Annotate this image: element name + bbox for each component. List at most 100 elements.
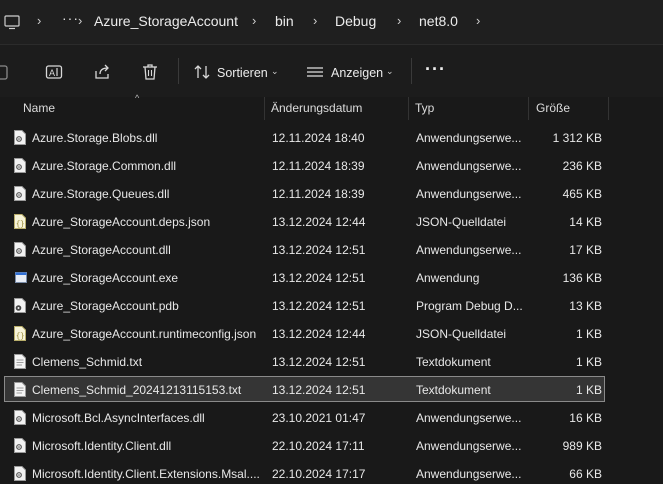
- dll-file-icon: [14, 410, 26, 425]
- sort-icon[interactable]: [193, 63, 211, 81]
- file-size: 66 KB: [569, 467, 602, 481]
- view-icon[interactable]: [306, 63, 324, 81]
- column-date[interactable]: Änderungsdatum: [271, 101, 362, 115]
- file-size: 1 312 KB: [552, 131, 602, 145]
- file-row[interactable]: Azure.Storage.Common.dll 12.11.2024 18:39…: [4, 152, 605, 178]
- file-size: 13 KB: [569, 299, 602, 313]
- more-options-button[interactable]: ···: [425, 59, 446, 80]
- chevron-right-icon[interactable]: ›: [313, 13, 317, 28]
- file-row[interactable]: Azure_StorageAccount.pdb 13.12.2024 12:51…: [4, 292, 605, 318]
- breadcrumb-item-azure-storageaccount[interactable]: Azure_StorageAccount: [94, 13, 238, 29]
- sort-ascending-icon: ^: [135, 93, 140, 103]
- file-type: Program Debug D...: [416, 299, 523, 313]
- dll-file-icon: [14, 242, 26, 257]
- file-size: 136 KB: [562, 271, 602, 285]
- file-type: Textdokument: [416, 383, 491, 397]
- file-row[interactable]: Microsoft.Identity.Client.Extensions.Msa…: [4, 460, 605, 484]
- command-bar: A Sortieren ⌄ Anzeigen ⌄ ···: [0, 45, 663, 97]
- json-file-icon: {}: [14, 326, 26, 341]
- file-type: Anwendungserwe...: [416, 243, 522, 257]
- file-name: Clemens_Schmid.txt: [32, 355, 143, 369]
- file-row[interactable]: Microsoft.Bcl.AsyncInterfaces.dll 23.10.2…: [4, 404, 605, 430]
- file-row[interactable]: {} Azure_StorageAccount.deps.json 13.12.20…: [4, 208, 605, 234]
- file-name: Azure.Storage.Blobs.dll: [32, 131, 158, 145]
- svg-text:A: A: [49, 68, 55, 78]
- file-name: Microsoft.Bcl.AsyncInterfaces.dll: [32, 411, 205, 425]
- file-date: 12.11.2024 18:39: [272, 159, 365, 173]
- column-divider[interactable]: [528, 97, 529, 120]
- file-type: Anwendungserwe...: [416, 131, 522, 145]
- breadcrumb-item-net8[interactable]: net8.0: [419, 13, 458, 29]
- svg-text:{}: {}: [16, 333, 24, 341]
- file-row[interactable]: {} Azure_StorageAccount.runtimeconfig.jso…: [4, 320, 605, 346]
- column-size[interactable]: Größe: [536, 101, 570, 115]
- file-name: Azure_StorageAccount.runtimeconfig.json: [32, 327, 257, 341]
- file-date: 22.10.2024 17:17: [272, 467, 366, 481]
- file-type: Anwendungserwe...: [416, 439, 522, 453]
- file-date: 23.10.2021 01:47: [272, 411, 366, 425]
- file-row[interactable]: Azure.Storage.Queues.dll 12.11.2024 18:39…: [4, 180, 605, 206]
- chevron-right-icon[interactable]: ›: [397, 13, 401, 28]
- chevron-down-icon[interactable]: ⌄: [271, 66, 279, 77]
- column-name[interactable]: Name: [23, 101, 55, 115]
- svg-text:{}: {}: [16, 221, 24, 229]
- dll-file-icon: [14, 186, 26, 201]
- file-row[interactable]: Microsoft.Identity.Client.dll 22.10.2024 …: [4, 432, 605, 458]
- chevron-right-icon[interactable]: ›: [37, 13, 41, 28]
- breadcrumb-item-debug[interactable]: Debug: [335, 13, 376, 29]
- copy-icon[interactable]: [0, 63, 12, 81]
- file-row[interactable]: Clemens_Schmid_20241213115153.txt 13.12.2…: [4, 376, 605, 402]
- file-type: Anwendung: [416, 271, 480, 285]
- column-type[interactable]: Typ: [415, 101, 434, 115]
- file-date: 13.12.2024 12:51: [272, 243, 366, 257]
- toolbar-separator: [411, 58, 412, 84]
- file-name: Microsoft.Identity.Client.Extensions.Msa…: [32, 467, 260, 481]
- file-date: 13.12.2024 12:44: [272, 327, 366, 341]
- file-type: Anwendungserwe...: [416, 467, 522, 481]
- pdb-file-icon: [14, 298, 26, 313]
- text-file-icon: [14, 354, 26, 369]
- file-date: 13.12.2024 12:51: [272, 299, 366, 313]
- file-row[interactable]: Azure.Storage.Blobs.dll 12.11.2024 18:40 A…: [4, 124, 605, 150]
- toolbar-separator: [178, 58, 179, 84]
- this-pc-icon[interactable]: [4, 14, 20, 30]
- file-date: 13.12.2024 12:51: [272, 271, 366, 285]
- file-row[interactable]: Azure_StorageAccount.dll 13.12.2024 12:51…: [4, 236, 605, 262]
- file-size: 1 KB: [575, 383, 602, 397]
- breadcrumb-overflow-button[interactable]: ···: [62, 10, 79, 26]
- column-divider[interactable]: [264, 97, 265, 120]
- file-size: 14 KB: [569, 215, 602, 229]
- file-size: 1 KB: [575, 327, 602, 341]
- file-type: Anwendungserwe...: [416, 187, 522, 201]
- chevron-down-icon[interactable]: ⌄: [386, 66, 394, 77]
- file-size: 989 KB: [562, 439, 602, 453]
- file-type: Anwendungserwe...: [416, 159, 522, 173]
- delete-icon[interactable]: [141, 63, 159, 81]
- file-size: 465 KB: [562, 187, 602, 201]
- column-divider[interactable]: [608, 97, 609, 120]
- file-size: 16 KB: [569, 411, 602, 425]
- chevron-right-icon[interactable]: ›: [476, 13, 480, 28]
- column-header: ^ Name Änderungsdatum Typ Größe: [0, 93, 663, 120]
- file-name: Azure.Storage.Common.dll: [32, 159, 177, 173]
- file-row[interactable]: Clemens_Schmid.txt 13.12.2024 12:51 Textdo…: [4, 348, 605, 374]
- file-name: Azure_StorageAccount.pdb: [32, 299, 179, 313]
- breadcrumb-item-bin[interactable]: bin: [275, 13, 294, 29]
- file-type: JSON-Quelldatei: [416, 327, 507, 341]
- chevron-right-icon[interactable]: ›: [252, 13, 256, 28]
- view-button[interactable]: Anzeigen: [331, 66, 383, 80]
- chevron-right-icon[interactable]: ›: [78, 13, 82, 28]
- file-date: 13.12.2024 12:51: [272, 355, 366, 369]
- dll-file-icon: [14, 438, 26, 453]
- sort-button[interactable]: Sortieren: [217, 66, 268, 80]
- file-row[interactable]: Azure_StorageAccount.exe 13.12.2024 12:51…: [4, 264, 605, 290]
- file-date: 13.12.2024 12:51: [272, 383, 366, 397]
- rename-icon[interactable]: A: [45, 63, 63, 81]
- file-name: Azure_StorageAccount.exe: [32, 271, 179, 285]
- file-name: Microsoft.Identity.Client.dll: [32, 439, 172, 453]
- json-file-icon: {}: [14, 214, 26, 229]
- share-icon[interactable]: [93, 63, 111, 81]
- address-bar[interactable]: › ··· › Azure_StorageAccount › bin › Deb…: [0, 0, 663, 44]
- column-divider[interactable]: [408, 97, 409, 120]
- file-type: Textdokument: [416, 355, 491, 369]
